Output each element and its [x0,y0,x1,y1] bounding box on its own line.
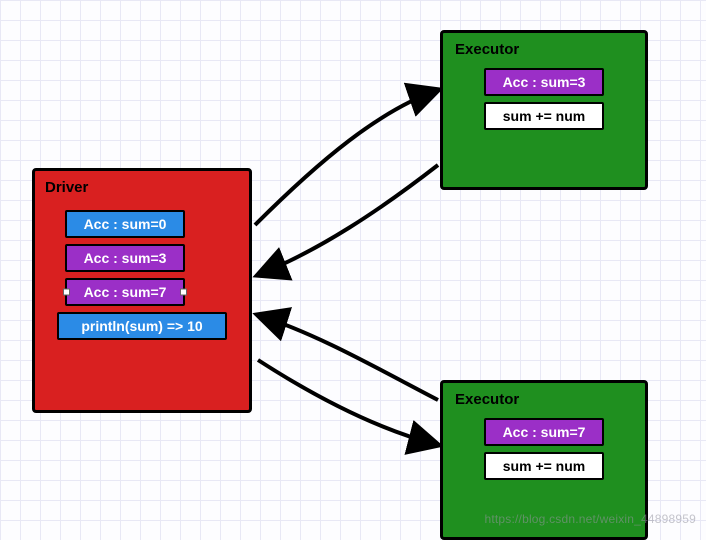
executor-2-code: sum += num [484,452,604,480]
executor-2-acc: Acc : sum=7 [484,418,604,446]
driver-item-acc-3: Acc : sum=3 [65,244,185,272]
driver-item-acc-0: Acc : sum=0 [65,210,185,238]
executor-1-code: sum += num [484,102,604,130]
watermark-text: https://blog.csdn.net/weixin_44898959 [484,512,696,526]
driver-item-println: println(sum) => 10 [57,312,227,340]
driver-title: Driver [45,179,239,196]
driver-box: Driver Acc : sum=0 Acc : sum=3 Acc : sum… [32,168,252,413]
executor-2-title: Executor [455,391,633,408]
driver-item-acc-7: Acc : sum=7 [65,278,185,306]
executor-1-title: Executor [455,41,633,58]
executor-1-acc: Acc : sum=3 [484,68,604,96]
executor-box-1: Executor Acc : sum=3 sum += num [440,30,648,190]
